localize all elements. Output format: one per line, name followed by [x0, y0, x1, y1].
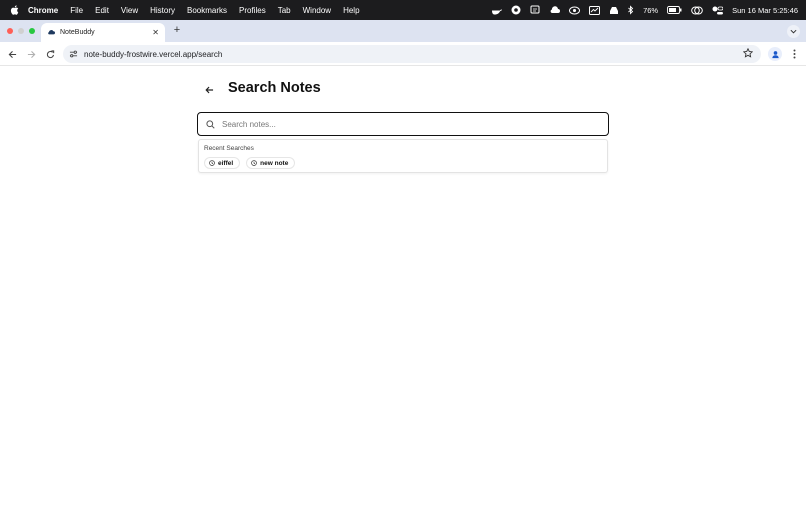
menu-file[interactable]: File — [64, 6, 89, 15]
url-text[interactable]: note-buddy-frostwire.vercel.app/search — [84, 50, 761, 59]
recent-searches-dropdown: Recent Searches eiffel new note — [198, 139, 608, 173]
tab-notebuddy[interactable]: NoteBuddy ✕ — [41, 23, 165, 42]
recent-search-label: eiffel — [218, 159, 234, 167]
recent-search-chip[interactable]: eiffel — [204, 157, 241, 169]
control-center-icon[interactable] — [712, 6, 724, 15]
menu-bookmarks[interactable]: Bookmarks — [181, 6, 233, 15]
search-icon — [206, 119, 215, 129]
reload-icon — [46, 49, 54, 58]
new-tab-button[interactable]: + — [171, 23, 183, 37]
search-input[interactable] — [222, 119, 582, 129]
eye-icon[interactable] — [569, 6, 581, 15]
notes-icon[interactable] — [530, 5, 540, 15]
search-field[interactable] — [197, 112, 609, 136]
tab-title: NoteBuddy — [60, 29, 95, 36]
battery-percent: 76% — [643, 5, 659, 15]
more-vertical-icon — [793, 49, 795, 59]
tab-strip: NoteBuddy ✕ + — [0, 20, 806, 42]
page-back-button[interactable] — [202, 84, 216, 96]
menu-tab[interactable]: Tab — [272, 6, 297, 15]
cloud-sync-icon[interactable] — [549, 5, 561, 15]
recent-searches-list: eiffel new note — [204, 157, 296, 169]
menu-edit[interactable]: Edit — [89, 6, 115, 15]
site-settings-icon[interactable] — [69, 50, 78, 58]
bookmark-star-icon[interactable] — [742, 47, 754, 60]
menu-window[interactable]: Window — [297, 6, 337, 15]
apple-icon[interactable] — [0, 5, 28, 15]
wifi-icon[interactable] — [691, 6, 703, 15]
menu-profiles[interactable]: Profiles — [233, 6, 272, 15]
record-icon[interactable] — [511, 5, 521, 15]
clock-icon — [251, 160, 257, 166]
menu-help[interactable]: Help — [337, 6, 365, 15]
close-window-button[interactable] — [7, 28, 13, 34]
tab-search-button[interactable] — [787, 25, 800, 38]
recent-search-label: new note — [260, 159, 289, 167]
clock-icon — [209, 160, 215, 166]
menu-history[interactable]: History — [144, 6, 181, 15]
maximize-window-button[interactable] — [29, 28, 35, 34]
drive-icon[interactable] — [609, 5, 619, 15]
chrome-menu-button[interactable] — [788, 47, 800, 61]
menu-chrome[interactable]: Chrome — [28, 6, 64, 15]
date-time[interactable]: Sun 16 Mar 5:25:46 — [732, 6, 798, 15]
minimize-window-button[interactable] — [18, 28, 24, 34]
menu-view[interactable]: View — [115, 6, 144, 15]
arrow-right-icon — [27, 50, 35, 58]
battery-icon[interactable] — [667, 6, 682, 14]
back-button[interactable] — [5, 47, 19, 61]
status-area: 76% Sun 16 Mar 5:25:46 — [491, 0, 798, 20]
address-bar[interactable]: note-buddy-frostwire.vercel.app/search — [63, 45, 761, 63]
reload-button[interactable] — [43, 47, 57, 61]
browser-toolbar: note-buddy-frostwire.vercel.app/search — [0, 42, 806, 66]
bluetooth-icon[interactable] — [628, 5, 634, 15]
window-controls — [7, 28, 35, 34]
arrow-left-icon — [204, 86, 213, 94]
close-tab-icon[interactable]: ✕ — [152, 28, 159, 37]
arrow-left-icon — [8, 50, 16, 58]
page-title: Search Notes — [228, 80, 321, 96]
docker-icon[interactable] — [491, 6, 502, 15]
cloud-icon — [47, 29, 55, 37]
recent-search-chip[interactable]: new note — [246, 157, 296, 169]
chevron-down-icon — [790, 29, 797, 34]
menu-bar: Chrome File Edit View History Bookmarks … — [0, 0, 806, 20]
person-icon — [771, 50, 779, 58]
activity-icon[interactable] — [589, 5, 601, 15]
forward-button[interactable] — [24, 47, 38, 61]
recent-searches-title: Recent Searches — [204, 145, 254, 152]
profile-button[interactable] — [768, 47, 782, 61]
